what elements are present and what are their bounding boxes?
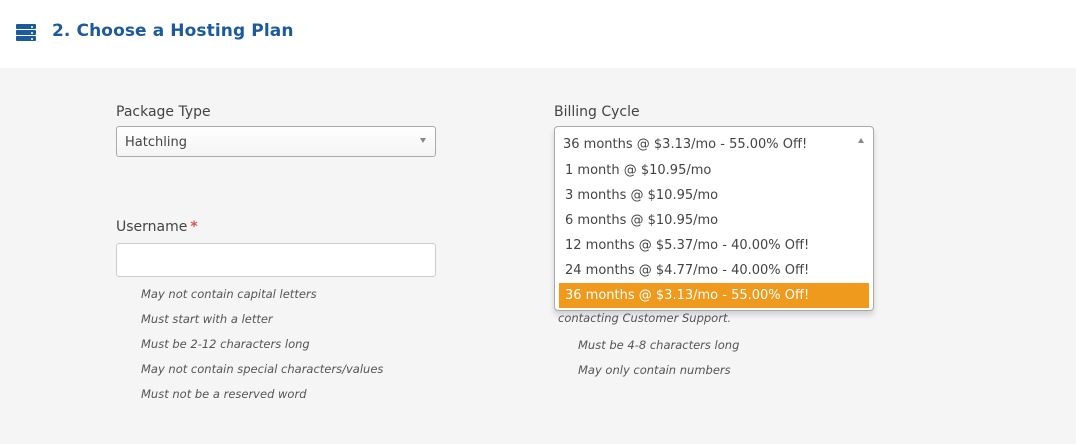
package-type-label: Package Type — [116, 104, 211, 120]
chevron-down-icon — [420, 138, 426, 143]
server-icon — [16, 24, 36, 41]
pin-note: contacting Customer Support. — [558, 311, 732, 325]
required-asterisk: * — [190, 219, 198, 235]
billing-option[interactable]: 1 month @ $10.95/mo — [559, 158, 869, 183]
page-title: 2. Choose a Hosting Plan — [52, 21, 294, 41]
package-type-select[interactable]: Hatchling — [116, 126, 436, 157]
package-type-value: Hatchling — [125, 135, 187, 150]
username-rule: Must be 2-12 characters long — [141, 337, 310, 351]
billing-cycle-label: Billing Cycle — [554, 104, 640, 120]
billing-option[interactable]: 3 months @ $10.95/mo — [559, 183, 869, 208]
section-header: 2. Choose a Hosting Plan — [0, 0, 1076, 68]
billing-cycle-value: 36 months @ $3.13/mo - 55.00% Off! — [563, 137, 808, 152]
username-label-text: Username — [116, 219, 188, 235]
username-label: Username * — [116, 219, 198, 235]
billing-option[interactable]: 6 months @ $10.95/mo — [559, 208, 869, 233]
billing-option[interactable]: 24 months @ $4.77/mo - 40.00% Off! — [559, 258, 869, 283]
billing-cycle-options: 1 month @ $10.95/mo 3 months @ $10.95/mo… — [559, 158, 869, 308]
username-rule: May not contain special characters/value… — [141, 362, 384, 376]
billing-cycle-select[interactable]: 36 months @ $3.13/mo - 55.00% Off! 1 mon… — [554, 126, 874, 311]
billing-option-highlighted[interactable]: 36 months @ $3.13/mo - 55.00% Off! — [559, 283, 869, 308]
username-rule: Must start with a letter — [141, 312, 273, 326]
pin-rule: May only contain numbers — [578, 363, 731, 377]
pin-rule: Must be 4-8 characters long — [578, 338, 740, 352]
chevron-up-icon — [858, 138, 864, 143]
username-rule: Must not be a reserved word — [141, 387, 307, 401]
billing-option[interactable]: 12 months @ $5.37/mo - 40.00% Off! — [559, 233, 869, 258]
username-rule: May not contain capital letters — [141, 287, 317, 301]
username-input[interactable] — [116, 243, 436, 277]
